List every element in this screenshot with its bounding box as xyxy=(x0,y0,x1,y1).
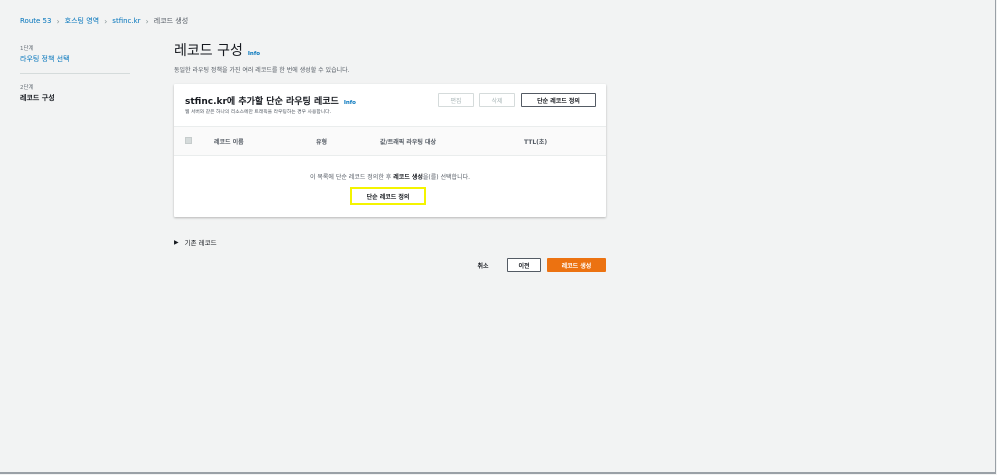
panel-title: stfinc.kr에 추가할 단순 라우팅 레코드 xyxy=(185,97,339,107)
page-info-link[interactable]: Info xyxy=(248,51,260,57)
breadcrumb-route53[interactable]: Route 53 xyxy=(20,17,51,25)
wizard-steps: 1단계 라우팅 정책 선택 2단계 레코드 구성 xyxy=(20,44,130,103)
chevron-right-icon: › xyxy=(56,16,60,26)
step-2-current: 레코드 구성 xyxy=(20,94,55,102)
edit-button[interactable]: 편집 xyxy=(438,93,474,107)
column-record-name[interactable]: 레코드 이름 xyxy=(214,137,244,146)
breadcrumb: Route 53 › 호스팅 영역 › stfinc.kr › 레코드 생성 xyxy=(20,16,188,26)
step-divider xyxy=(20,73,130,74)
chevron-right-icon: › xyxy=(104,16,108,26)
step-2-label: 2단계 xyxy=(20,85,34,91)
empty-message-bold: 레코드 생성 xyxy=(393,174,423,181)
breadcrumb-hosted-zones[interactable]: 호스팅 영역 xyxy=(65,16,99,26)
panel-title-row: stfinc.kr에 추가할 단순 라우팅 레코드 Info xyxy=(185,94,356,107)
define-simple-record-button[interactable]: 단순 레코드 정의 xyxy=(521,93,596,107)
step-1-label: 1단계 xyxy=(20,46,34,52)
existing-records-toggle[interactable]: ▶ 기존 레코드 xyxy=(174,237,217,248)
caret-right-icon: ▶ xyxy=(174,238,179,246)
delete-button[interactable]: 삭제 xyxy=(479,93,515,107)
cancel-button[interactable]: 취소 xyxy=(470,258,496,272)
table-header: 레코드 이름 유형 값/트래픽 라우팅 대상 TTL(초) xyxy=(174,126,606,156)
column-type[interactable]: 유형 xyxy=(316,137,327,146)
select-all-checkbox[interactable] xyxy=(185,137,192,144)
previous-button[interactable]: 이전 xyxy=(507,258,541,272)
empty-message-prefix: 이 목록에 단순 레코드 정의한 후 xyxy=(309,174,394,181)
panel-subtitle: 웹 서버와 같은 하나의 리소스에만 트래픽을 라우팅하는 경우 사용합니다. xyxy=(185,110,332,115)
records-panel: stfinc.kr에 추가할 단순 라우팅 레코드 Info 웹 서버와 같은 … xyxy=(174,84,606,217)
panel-info-link[interactable]: Info xyxy=(344,100,356,106)
empty-message-suffix: 을(를) 선택합니다. xyxy=(422,174,471,181)
window-frame xyxy=(0,0,996,474)
column-value[interactable]: 값/트래픽 라우팅 대상 xyxy=(380,137,436,146)
chevron-right-icon: › xyxy=(145,16,149,26)
breadcrumb-current: 레코드 생성 xyxy=(153,17,189,25)
page-description: 동일한 라우팅 정책을 가진 여러 레코드를 한 번에 생성할 수 있습니다. xyxy=(174,67,350,74)
page-title: 레코드 구성 xyxy=(174,43,243,59)
breadcrumb-zone[interactable]: stfinc.kr xyxy=(112,17,140,25)
column-ttl[interactable]: TTL(초) xyxy=(524,137,547,146)
page-title-row: 레코드 구성 Info xyxy=(174,40,260,60)
existing-records-label: 기존 레코드 xyxy=(184,239,217,247)
step-1-link[interactable]: 라우팅 정책 선택 xyxy=(20,54,130,64)
create-records-button[interactable]: 레코드 생성 xyxy=(547,258,606,272)
define-simple-record-empty-button[interactable]: 단순 레코드 정의 xyxy=(352,189,424,203)
empty-message: 이 목록에 단순 레코드 정의한 후 레코드 생성을(를) 선택합니다. xyxy=(174,172,606,181)
